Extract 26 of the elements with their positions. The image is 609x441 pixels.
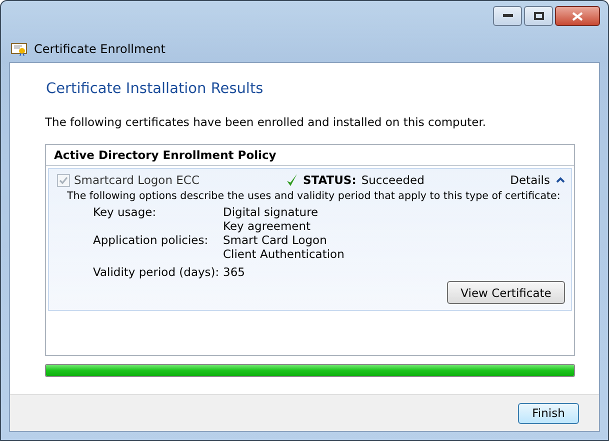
chevron-icon: [556, 177, 565, 183]
finish-button[interactable]: Finish: [518, 402, 579, 424]
close-icon: [572, 12, 583, 20]
close-button[interactable]: [555, 6, 600, 26]
maximize-button[interactable]: [524, 6, 553, 26]
property-label: Application policies:: [93, 233, 210, 247]
property-value: Key agreement: [223, 219, 312, 233]
status-value: Succeeded: [361, 173, 424, 187]
policy-header: Active Directory Enrollment Policy: [46, 145, 574, 166]
property-value: 365: [223, 265, 246, 279]
certificate-name: Smartcard Logon ECC: [74, 173, 200, 187]
maximize-icon: [534, 12, 544, 20]
property-label: Key usage:: [93, 205, 158, 219]
certificate-icon: [11, 42, 27, 56]
window-title: Certificate Enrollment: [34, 42, 166, 56]
property-value: Smart Card Logon: [223, 233, 328, 247]
minimize-icon: [502, 14, 512, 18]
minimize-button[interactable]: [493, 6, 522, 26]
status-label: STATUS:: [303, 173, 356, 187]
description-text: The following options describe the uses and validity period that apply to this type of certificate:: [67, 190, 560, 202]
property-value: Client Authentication: [223, 247, 346, 261]
checkmark-icon: [286, 173, 298, 187]
property-value: Digital signature: [223, 205, 320, 219]
page-heading: Certificate Installation Results: [46, 81, 264, 97]
intro-text: The following certificates have been enrolled and installed on this computer.: [45, 115, 488, 129]
property-label: Validity period (days):: [93, 265, 220, 279]
